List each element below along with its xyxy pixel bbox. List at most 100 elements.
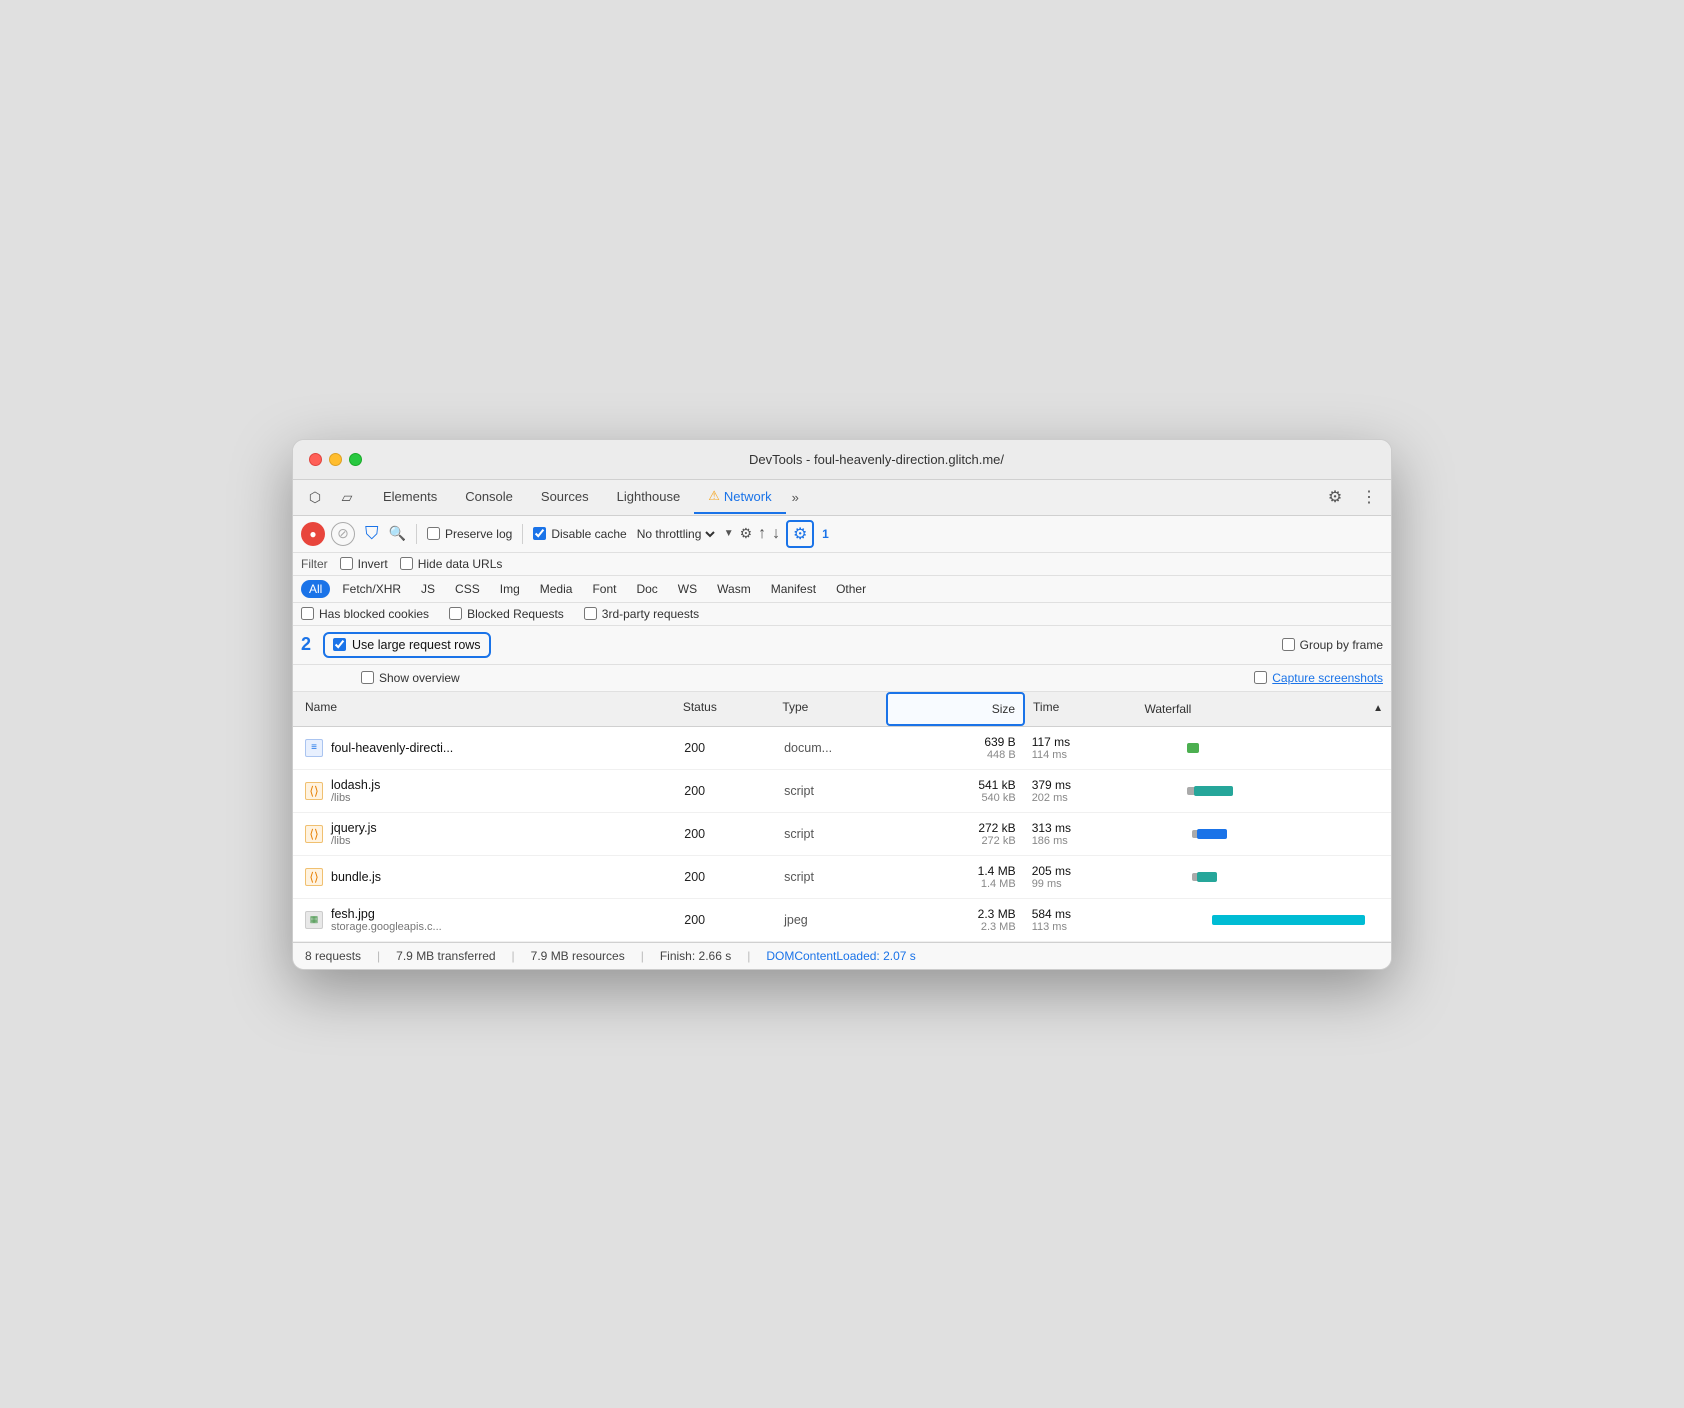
- waterfall-bar: [1197, 872, 1217, 882]
- separator: [416, 524, 417, 544]
- download-button[interactable]: ↓: [772, 525, 780, 543]
- row-name-text: bundle.js: [331, 870, 381, 884]
- row-size: 2.3 MB 2.3 MB: [888, 899, 1024, 941]
- throttle-select[interactable]: No throttling: [633, 526, 718, 542]
- invert-input[interactable]: [340, 557, 353, 570]
- device-icon[interactable]: ▱: [333, 483, 361, 511]
- invert-checkbox[interactable]: Invert: [340, 557, 388, 571]
- row-size: 1.4 MB 1.4 MB: [888, 856, 1024, 898]
- throttle-arrow: ▼: [724, 528, 734, 539]
- col-header-name[interactable]: Name: [293, 692, 675, 726]
- more-tabs-button[interactable]: »: [786, 482, 805, 513]
- network-settings-highlighted-button[interactable]: ⚙: [786, 520, 814, 548]
- tab-sources[interactable]: Sources: [527, 481, 603, 514]
- more-options-button[interactable]: ⋮: [1355, 483, 1383, 511]
- type-filter-all[interactable]: All: [301, 580, 330, 598]
- settings-row-2: Show overview Capture screenshots: [293, 665, 1391, 692]
- hide-data-urls-input[interactable]: [400, 557, 413, 570]
- row-waterfall: [1136, 728, 1392, 768]
- row-size: 272 kB 272 kB: [888, 813, 1024, 855]
- annotation-badge-2: 2: [301, 634, 311, 655]
- disable-cache-input[interactable]: [533, 527, 546, 540]
- type-filter-css[interactable]: CSS: [447, 580, 488, 598]
- minimize-button[interactable]: [329, 453, 342, 466]
- col-header-type[interactable]: Type: [774, 692, 885, 726]
- type-filter-doc[interactable]: Doc: [628, 580, 665, 598]
- finish-time: Finish: 2.66 s: [660, 949, 731, 963]
- col-header-size[interactable]: Size: [886, 692, 1025, 726]
- preserve-log-input[interactable]: [427, 527, 440, 540]
- filename: jquery.js: [331, 821, 377, 835]
- tab-elements[interactable]: Elements: [369, 481, 451, 514]
- large-request-rows-input[interactable]: [333, 638, 346, 651]
- type-filter-wasm[interactable]: Wasm: [709, 580, 759, 598]
- tab-lighthouse[interactable]: Lighthouse: [603, 481, 695, 514]
- third-party-checkbox[interactable]: 3rd-party requests: [584, 607, 699, 621]
- table-row[interactable]: ≡ foul-heavenly-directi... 200 docum... …: [293, 727, 1391, 770]
- table-row[interactable]: ⟨⟩ jquery.js /libs 200 script 272 kB 272…: [293, 813, 1391, 856]
- row-size: 541 kB 540 kB: [888, 770, 1024, 812]
- row-status: 200: [676, 905, 776, 935]
- record-button[interactable]: ●: [301, 522, 325, 546]
- row-waterfall: [1136, 771, 1392, 811]
- preserve-log-checkbox[interactable]: Preserve log: [427, 527, 512, 541]
- blocked-requests-checkbox[interactable]: Blocked Requests: [449, 607, 564, 621]
- size-main: 639 B: [984, 735, 1015, 749]
- search-button[interactable]: 🔍: [389, 525, 406, 542]
- capture-screenshots-checkbox[interactable]: Capture screenshots: [1254, 671, 1383, 685]
- col-header-waterfall[interactable]: Waterfall ▲: [1136, 692, 1391, 726]
- time-sub: 114 ms: [1032, 749, 1128, 761]
- network-settings-icon: ⚙: [740, 525, 753, 542]
- close-button[interactable]: [309, 453, 322, 466]
- devtools-toolbar: ⬡ ▱ Elements Console Sources Lighthouse …: [293, 480, 1391, 516]
- third-party-input[interactable]: [584, 607, 597, 620]
- row-time: 117 ms 114 ms: [1024, 727, 1136, 769]
- col-header-status[interactable]: Status: [675, 692, 775, 726]
- cursor-icon[interactable]: ⬡: [301, 483, 329, 511]
- row-name-cell: ⟨⟩ bundle.js: [293, 860, 676, 894]
- blocked-cookies-input[interactable]: [301, 607, 314, 620]
- row-waterfall: [1136, 814, 1392, 854]
- script-icon: ⟨⟩: [305, 868, 323, 886]
- type-filter-img[interactable]: Img: [492, 580, 528, 598]
- row-name-text: fesh.jpg storage.googleapis.c...: [331, 907, 442, 933]
- hide-data-urls-checkbox[interactable]: Hide data URLs: [400, 557, 503, 571]
- title-bar: DevTools - foul-heavenly-direction.glitc…: [293, 440, 1391, 480]
- filter-icon[interactable]: ⛉: [361, 521, 383, 546]
- show-overview-checkbox[interactable]: Show overview: [361, 671, 460, 685]
- disable-cache-checkbox[interactable]: Disable cache: [533, 527, 626, 541]
- tab-network[interactable]: ⚠ Network: [694, 480, 785, 514]
- type-filter-other[interactable]: Other: [828, 580, 874, 598]
- show-overview-input[interactable]: [361, 671, 374, 684]
- table-row[interactable]: ⟨⟩ lodash.js /libs 200 script 541 kB 540…: [293, 770, 1391, 813]
- row-type: script: [776, 862, 888, 892]
- filter-label: Filter: [301, 557, 328, 571]
- maximize-button[interactable]: [349, 453, 362, 466]
- col-header-time[interactable]: Time: [1025, 692, 1136, 726]
- group-by-frame-input[interactable]: [1282, 638, 1295, 651]
- blocked-requests-input[interactable]: [449, 607, 462, 620]
- group-by-frame-checkbox[interactable]: Group by frame: [1282, 638, 1383, 652]
- capture-screenshots-input[interactable]: [1254, 671, 1267, 684]
- table-row[interactable]: ⟨⟩ bundle.js 200 script 1.4 MB 1.4 MB 20…: [293, 856, 1391, 899]
- tab-console[interactable]: Console: [451, 481, 527, 514]
- clear-button[interactable]: ⊘: [331, 522, 355, 546]
- type-filter-fetch-xhr[interactable]: Fetch/XHR: [334, 580, 409, 598]
- upload-button[interactable]: ↑: [758, 525, 766, 543]
- traffic-lights: [309, 453, 362, 466]
- row-time: 379 ms 202 ms: [1024, 770, 1136, 812]
- blocked-cookies-checkbox[interactable]: Has blocked cookies: [301, 607, 429, 621]
- large-request-rows-checkbox[interactable]: Use large request rows: [323, 632, 491, 658]
- row-status: 200: [676, 733, 776, 763]
- row-type: script: [776, 819, 888, 849]
- type-filter-manifest[interactable]: Manifest: [763, 580, 824, 598]
- type-filter-ws[interactable]: WS: [670, 580, 705, 598]
- requests-count: 8 requests: [305, 949, 361, 963]
- type-filter-js[interactable]: JS: [413, 580, 443, 598]
- filename: foul-heavenly-directi...: [331, 741, 453, 755]
- time-main: 205 ms: [1032, 864, 1128, 878]
- type-filter-media[interactable]: Media: [532, 580, 581, 598]
- settings-gear-button[interactable]: ⚙: [1321, 483, 1349, 511]
- table-row[interactable]: ▦ fesh.jpg storage.googleapis.c... 200 j…: [293, 899, 1391, 942]
- type-filter-font[interactable]: Font: [584, 580, 624, 598]
